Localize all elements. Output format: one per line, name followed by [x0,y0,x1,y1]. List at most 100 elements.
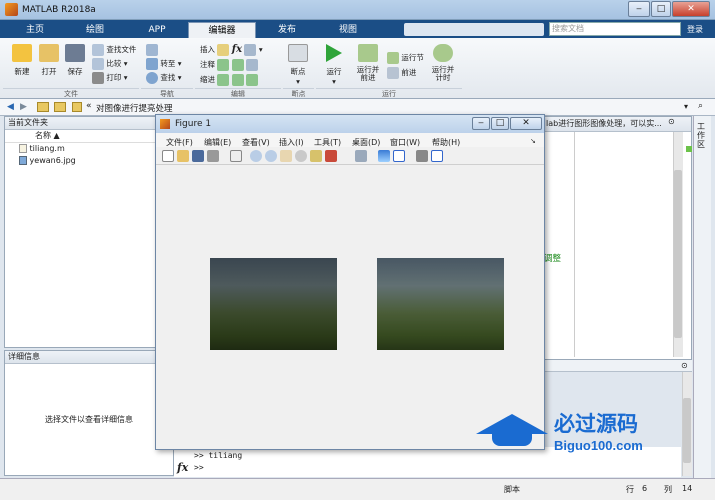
brush-icon[interactable] [325,150,337,162]
title-bar: MATLAB R2018a ‒ □ ✕ [0,0,715,20]
open-button[interactable]: 打开 [36,44,62,77]
command-prompt: >> [194,463,204,472]
workspace-sidebar[interactable] [693,116,711,478]
breakpoints-button[interactable]: 断点 ▾ [286,44,310,86]
hide-tools-icon[interactable] [416,150,428,162]
maximize-button[interactable]: □ [651,1,671,17]
insert-icon [217,44,230,56]
close-button[interactable]: ✕ [672,1,710,17]
new-figure-icon[interactable] [162,150,174,162]
advance-icon [387,67,399,79]
compare-button[interactable]: 比较 ▾ [92,58,128,70]
new-button[interactable]: 新建 [8,44,36,77]
search-docs-input[interactable]: 搜索文档 [549,22,681,36]
tab-editor[interactable]: 编辑器 [188,22,256,38]
figure-toolbar [156,147,544,165]
tab-view[interactable]: 视图 [320,22,376,38]
fx-button[interactable]: fx [232,44,242,55]
goto-icon [146,58,158,70]
details-message: 选择文件以查看详细信息 [45,415,133,424]
file-item[interactable]: tiliang.m [5,143,173,155]
browse-folder-icon[interactable] [54,102,66,112]
back-icon[interactable]: ◀ [7,102,14,112]
editor-snippet: lab进行图形图像处理，可以实... [546,119,662,128]
path-dropdown-icon[interactable]: ▾ [684,102,688,111]
run-button[interactable]: 运行 ▾ [321,44,347,86]
insert-menu-icon[interactable] [244,44,257,56]
pointer-icon[interactable] [230,150,242,162]
tab-apps[interactable]: APP [132,22,182,38]
m-file-icon [19,144,27,153]
indent-right-icon [246,74,259,86]
legend-icon[interactable] [393,150,405,162]
command-scroll-thumb[interactable] [683,398,691,463]
figure-menu-dock-icon[interactable]: ↘ [530,137,536,145]
search-path-icon[interactable]: ⌕ [698,101,703,111]
nav-group-label: 导航 [141,88,193,98]
current-path[interactable]: 对图像进行提亮处理 [96,102,173,114]
rotate-icon[interactable] [295,150,307,162]
cap-base [492,434,532,446]
find-file-button[interactable]: 查找文件 [92,44,136,56]
original-image [210,258,337,350]
status-col: 14 [682,484,693,493]
name-column-header[interactable]: 名称 ▲ [5,130,173,143]
quick-access-toolbar[interactable] [404,23,544,36]
fx-icon[interactable]: fx [177,461,188,474]
wrap-icon [246,59,259,71]
run-advance-button[interactable]: 运行并 前进 [352,44,384,82]
editor-green-text: 调整 [544,254,562,264]
open-icon[interactable] [177,150,189,162]
command-window-menu-icon[interactable]: ⊙ [681,361,688,370]
forward-icon[interactable]: ▶ [20,102,27,112]
watermark-url: Biguo100.com [554,438,643,453]
pan-icon[interactable] [280,150,292,162]
login-link[interactable]: 登录 [687,24,703,35]
breakpoints-icon [288,44,308,62]
print-button[interactable]: 打印 ▾ [92,72,128,84]
nav-back-button[interactable] [146,44,158,56]
figure-window: Figure 1 ‒ □ ✕ 文件(F) 编辑(E) 查看(V) 插入(I) 工… [155,114,545,450]
workspace-indicator [686,146,692,152]
figure-minimize-button[interactable]: ‒ [472,117,490,130]
link-icon[interactable] [355,150,367,162]
find-button[interactable]: 查找 ▾ [146,72,182,84]
insert-button[interactable]: 插入 fx ▾ [200,44,263,56]
indent-button[interactable]: 缩进 [200,74,259,86]
details-panel: 详细信息 选择文件以查看详细信息 [4,350,174,476]
zoom-out-icon[interactable] [265,150,277,162]
breakpoint-group-label: 断点 [283,88,314,98]
status-bar [0,478,715,500]
show-tools-icon[interactable] [431,150,443,162]
status-script: 脚本 [504,485,520,494]
up-folder-icon[interactable] [37,102,49,112]
save-button[interactable]: 保存 [62,44,88,77]
figure-title-bar: Figure 1 ‒ □ ✕ [156,115,544,133]
print-icon[interactable] [207,150,219,162]
workspace-label[interactable]: 工作区 [697,122,707,149]
status-row-label: 行 [626,485,634,494]
run-time-button[interactable]: 运行并 计时 [428,44,458,82]
advance-button[interactable]: 前进 [387,67,416,79]
command-history-line: >> tiliang [194,451,243,460]
figure-close-button[interactable]: ✕ [510,117,542,130]
editor-dropdown-icon[interactable]: ⊙ [668,117,675,126]
tab-publish[interactable]: 发布 [264,22,310,38]
print-icon [92,72,104,84]
tab-home[interactable]: 主页 [12,22,58,38]
colorbar-icon[interactable] [378,150,390,162]
tab-plots[interactable]: 绘图 [70,22,120,38]
goto-button[interactable]: 转至 ▾ [146,58,182,70]
run-section-button[interactable]: 运行节 [387,52,424,64]
arrow-icon [146,44,158,56]
run-group-label: 运行 [316,88,462,98]
zoom-in-icon[interactable] [250,150,262,162]
figure-maximize-button[interactable]: □ [491,117,509,130]
figure-icon [160,119,170,129]
minimize-button[interactable]: ‒ [628,1,650,17]
comment-button[interactable]: 注释 [200,59,259,71]
save-icon[interactable] [192,150,204,162]
editor-scroll-thumb[interactable] [674,170,682,338]
data-cursor-icon[interactable] [310,150,322,162]
file-item[interactable]: yewan6.jpg [5,155,173,167]
